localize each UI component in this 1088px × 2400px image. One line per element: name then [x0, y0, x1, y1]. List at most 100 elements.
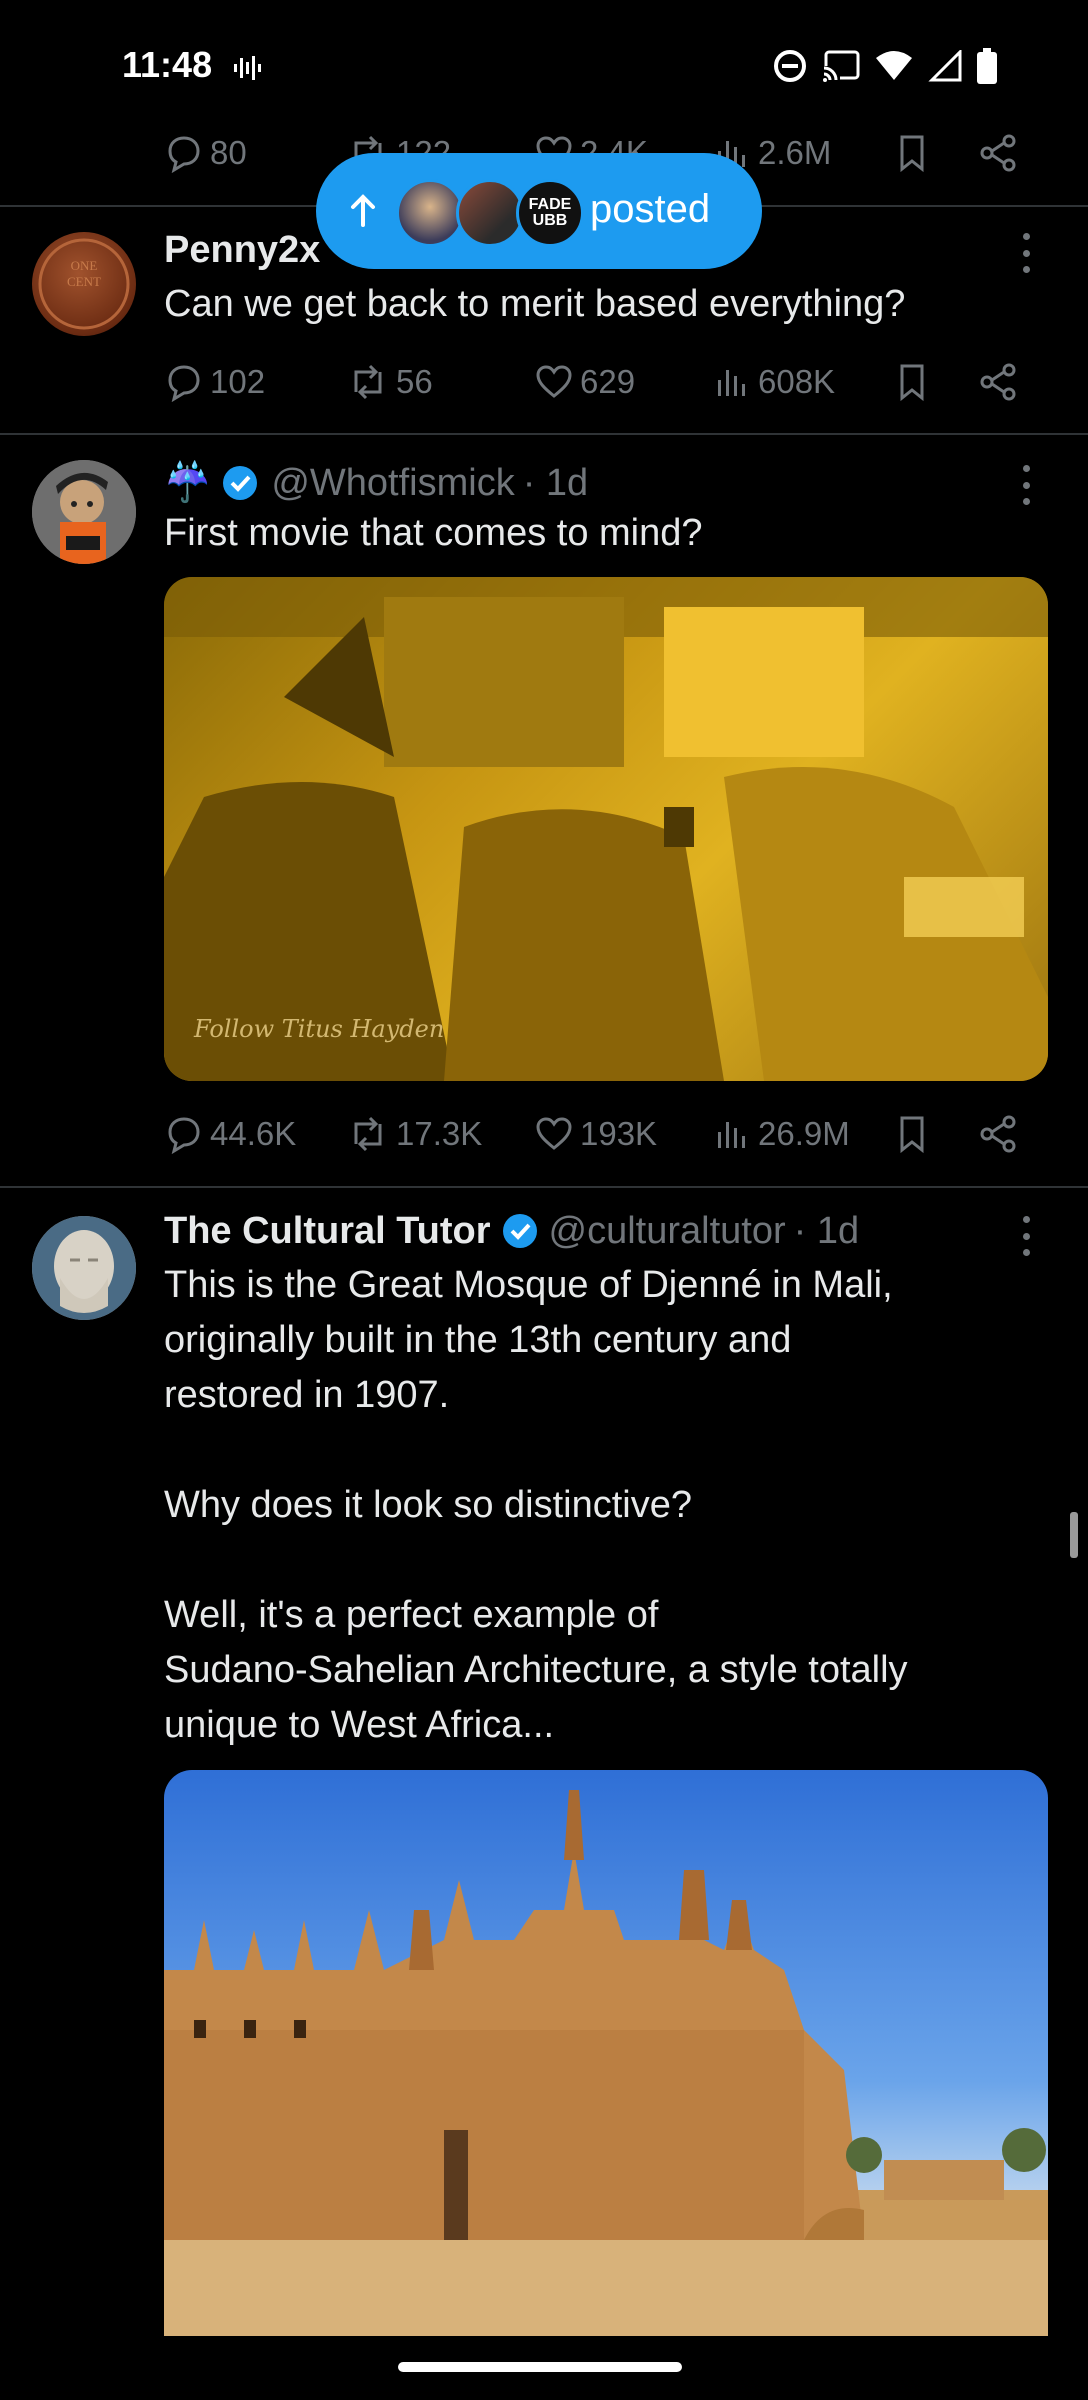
- penny-coin-icon: ONE CENT: [38, 238, 130, 330]
- tweet-text-line: This is the Great Mosque of Djenné in Ma…: [164, 1264, 893, 1306]
- reply-count: 80: [210, 134, 247, 171]
- views-count: 2.6M: [758, 134, 832, 171]
- video-watermark: Follow Titus Hayden: [194, 1015, 445, 1043]
- bookmark-button[interactable]: [892, 1104, 938, 1164]
- umbrella-emoji: ☔: [164, 462, 212, 504]
- bookmark-icon: [900, 1116, 924, 1154]
- svg-text:CENT: CENT: [67, 274, 101, 289]
- heart-icon: [536, 1117, 572, 1150]
- new-posts-pill[interactable]: FADE UBB posted: [316, 153, 762, 269]
- share-icon: [980, 134, 1016, 172]
- share-button[interactable]: [978, 123, 1026, 183]
- reply-count: 44.6K: [210, 1115, 297, 1152]
- arrow-up-icon: [351, 194, 375, 227]
- like-button[interactable]: 629: [534, 352, 635, 412]
- reply-button[interactable]: 44.6K: [164, 1104, 296, 1164]
- reply-button[interactable]: 80: [164, 123, 247, 183]
- tweet-text-line: unique to West Africa...: [164, 1704, 555, 1746]
- tweet-text: Can we get back to merit based everythin…: [164, 283, 906, 325]
- bookmark-icon: [900, 135, 924, 173]
- tweet-video[interactable]: Follow Titus Hayden: [164, 577, 1048, 1081]
- avatar: [456, 179, 524, 247]
- repost-button[interactable]: 17.3K: [346, 1104, 482, 1164]
- verified-badge-icon: [502, 1214, 537, 1248]
- tweet-text-line: Well, it's a perfect example of: [164, 1594, 659, 1636]
- heart-icon: [536, 365, 572, 398]
- status-bar: 11:48: [0, 0, 1088, 134]
- share-icon: [980, 363, 1016, 401]
- share-button[interactable]: [978, 1104, 1026, 1164]
- wifi-icon: [876, 51, 912, 80]
- avatar[interactable]: ONE CENT: [32, 232, 136, 336]
- cast-icon: [823, 50, 860, 82]
- timestamp: · 1d: [793, 1209, 860, 1252]
- divider: [0, 1186, 1088, 1188]
- bookmark-icon: [900, 364, 924, 402]
- svg-text:ONE: ONE: [71, 258, 98, 273]
- verified-badge-icon: [223, 466, 258, 500]
- views-icon: [718, 1122, 745, 1148]
- avatar[interactable]: [32, 1216, 136, 1320]
- mosque-photo: [164, 1790, 1048, 2336]
- bookmark-button[interactable]: [892, 352, 938, 412]
- views-button[interactable]: 26.9M: [712, 1104, 850, 1164]
- tweet-text: This is the Great Mosque of Djenné in Ma…: [164, 1258, 1044, 1753]
- bookmark-button[interactable]: [892, 123, 938, 183]
- posted-label: posted: [590, 187, 711, 231]
- timestamp: · 1d: [522, 461, 589, 504]
- views-count: 26.9M: [758, 1115, 850, 1152]
- repost-count: 56: [396, 363, 433, 400]
- repost-icon: [354, 1116, 382, 1152]
- tweet-text-line: Why does it look so distinctive?: [164, 1484, 693, 1526]
- marble-bust-icon: [32, 1216, 136, 1320]
- tweet-text-spacer: [164, 1423, 1044, 1478]
- scrollbar-thumb[interactable]: [1070, 1512, 1078, 1558]
- reply-count: 102: [210, 363, 266, 400]
- dnd-icon: [774, 50, 806, 82]
- tweet-header: ☔ @Whotfismick · 1d: [164, 458, 588, 508]
- tweet-actions: 44.6K 17.3K 193K 26.9M: [164, 1104, 1034, 1164]
- tweet-text: First movie that comes to mind?: [164, 512, 703, 554]
- tweet-text-line: originally built in the 13th century and: [164, 1319, 792, 1361]
- home-indicator[interactable]: [398, 2362, 682, 2372]
- tweet-actions: 102 56 629 608K: [164, 352, 1034, 412]
- tweet-text-line: restored in 1907.: [164, 1374, 450, 1416]
- repost-icon: [354, 364, 382, 400]
- more-options-button[interactable]: [1014, 233, 1038, 273]
- repost-button[interactable]: 56: [346, 352, 433, 412]
- handle[interactable]: @culturaltutor: [549, 1210, 786, 1253]
- tweet-image[interactable]: [164, 1770, 1048, 2336]
- divider: [0, 433, 1088, 435]
- like-count: 193K: [580, 1115, 658, 1152]
- avatar: FADE UBB: [516, 179, 584, 247]
- views-button[interactable]: 608K: [712, 352, 835, 412]
- battery-icon: [977, 48, 997, 84]
- display-name[interactable]: Penny2x: [164, 229, 320, 272]
- reply-button[interactable]: 102: [164, 352, 265, 412]
- share-button[interactable]: [978, 352, 1026, 412]
- tweet-header: The Cultural Tutor @culturaltutor · 1d: [164, 1206, 859, 1256]
- display-name[interactable]: The Cultural Tutor: [164, 1210, 491, 1253]
- more-options-button[interactable]: [1014, 465, 1038, 505]
- tweet-header: Penny2x: [164, 225, 320, 275]
- reply-icon: [168, 136, 200, 173]
- views-icon: [718, 370, 745, 396]
- share-icon: [980, 1115, 1016, 1153]
- audio-wave-icon: [234, 56, 261, 80]
- avatar: [396, 179, 464, 247]
- repost-count: 17.3K: [396, 1115, 483, 1152]
- status-time: 11:48: [122, 44, 213, 85]
- like-button[interactable]: 193K: [534, 1104, 657, 1164]
- like-count: 629: [580, 363, 636, 400]
- cartoon-avatar-icon: [32, 460, 136, 564]
- video-frame: [164, 577, 1048, 1081]
- signal-icon: [928, 50, 962, 82]
- tweet-text-line: Sudano-Sahelian Architecture, a style to…: [164, 1649, 908, 1691]
- reply-icon: [168, 1117, 200, 1154]
- views-count: 608K: [758, 363, 836, 400]
- more-options-button[interactable]: [1014, 1216, 1038, 1256]
- avatar[interactable]: [32, 460, 136, 564]
- tweet-text-spacer: [164, 1533, 1044, 1588]
- reply-icon: [168, 365, 200, 402]
- handle[interactable]: @Whotfismick: [271, 462, 514, 505]
